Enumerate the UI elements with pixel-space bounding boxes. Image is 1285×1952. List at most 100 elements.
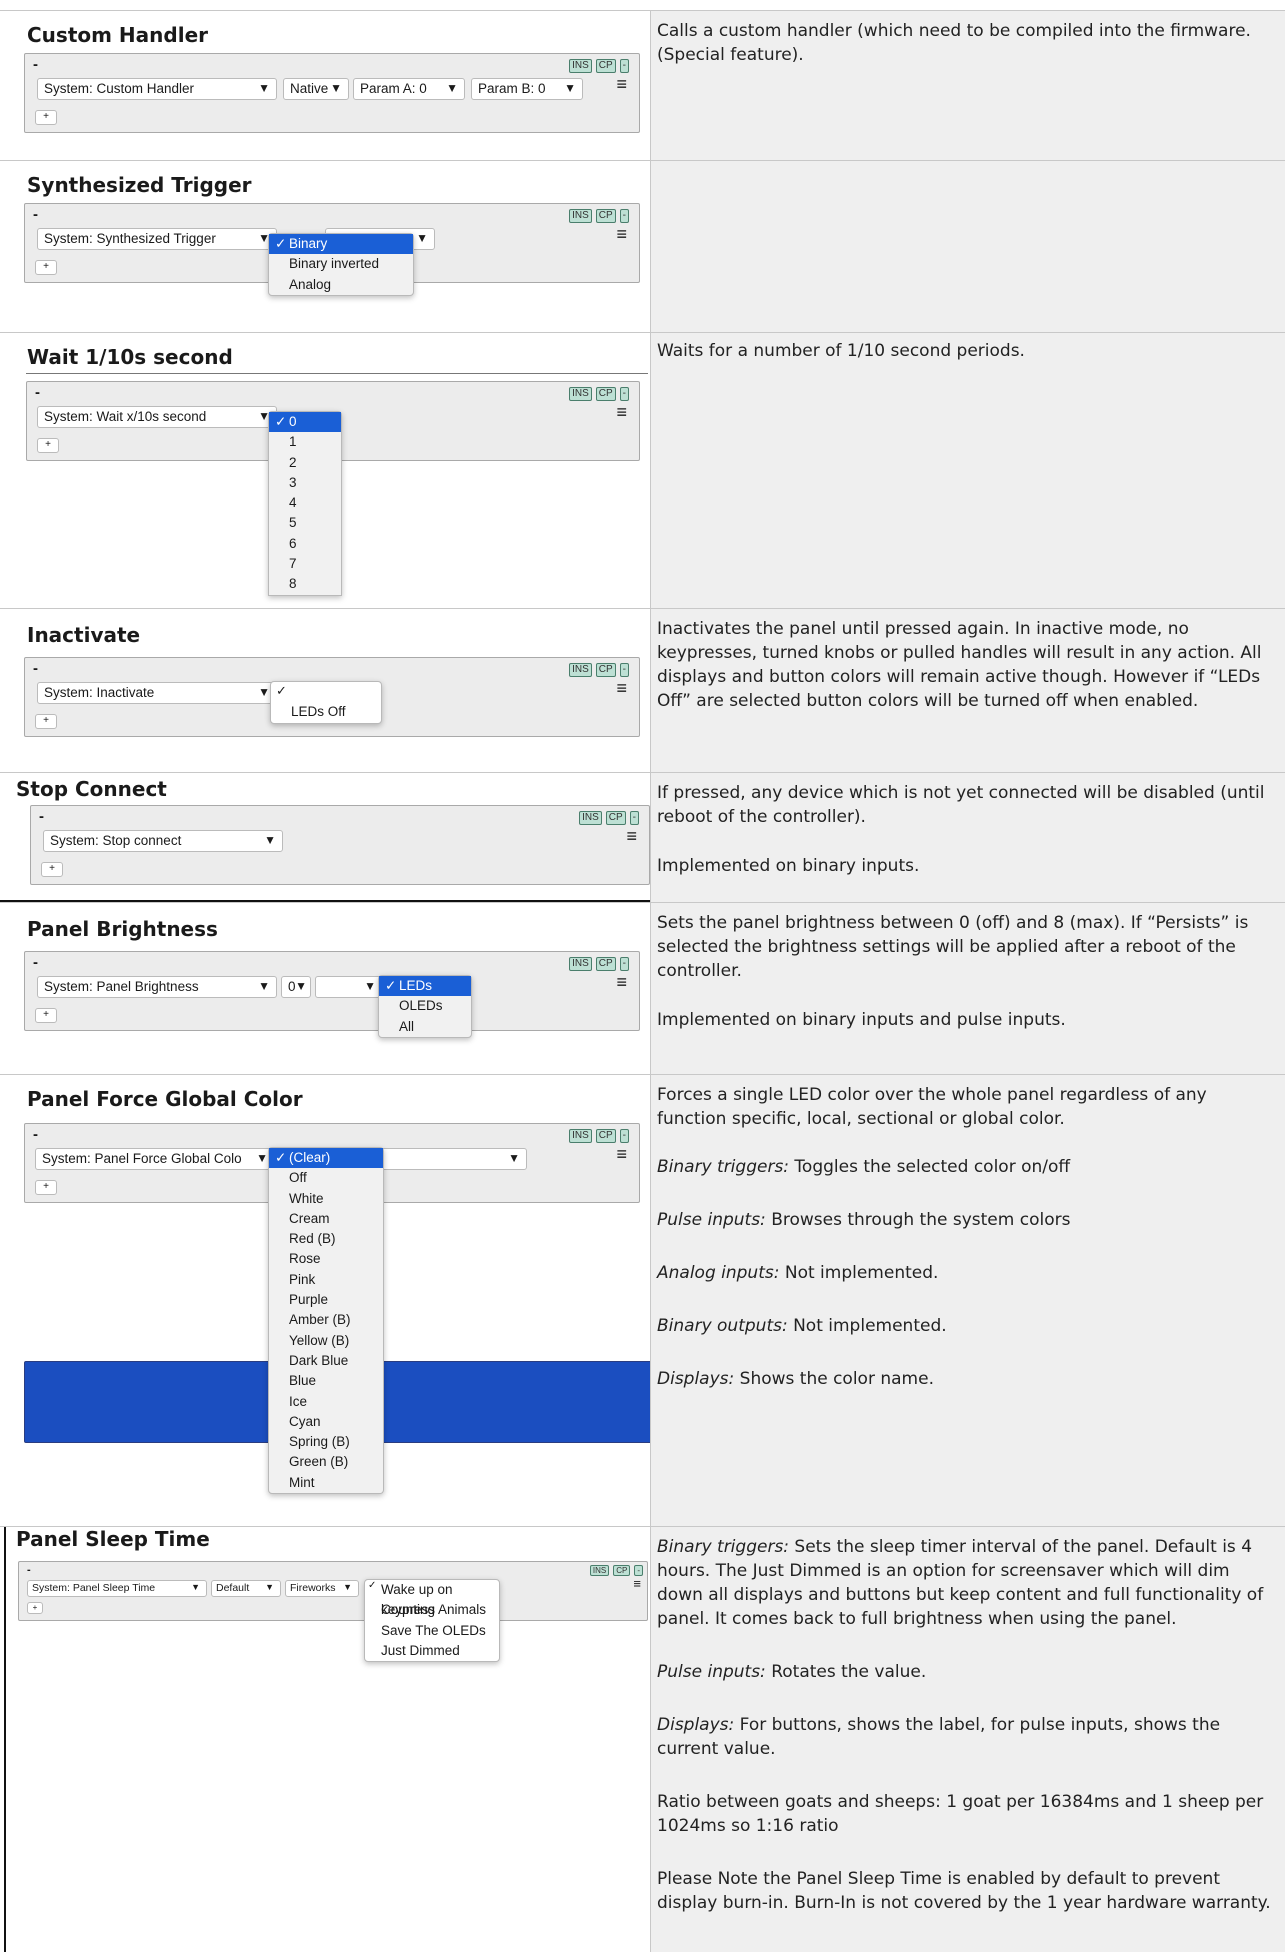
cp-button[interactable]: CP xyxy=(595,59,616,73)
dropdown-option[interactable]: 3 xyxy=(269,473,341,493)
remove-button[interactable]: - xyxy=(634,1565,643,1576)
dropdown-option[interactable]: Pink xyxy=(269,1270,383,1290)
system-select[interactable]: System: Panel Brightness ▼ xyxy=(37,976,277,998)
dropdown-option[interactable]: Purple xyxy=(269,1290,383,1310)
dropdown-option[interactable] xyxy=(271,682,381,702)
menu-icon[interactable]: ≡ xyxy=(616,1144,627,1165)
remove-button[interactable]: - xyxy=(619,1129,629,1143)
ins-button[interactable]: INS xyxy=(569,59,592,73)
target-select[interactable]: ▼ xyxy=(315,976,383,998)
dropdown-option[interactable]: 5 xyxy=(269,513,341,533)
cp-button[interactable]: CP xyxy=(613,1565,631,1576)
dropdown-option[interactable]: Rose xyxy=(269,1249,383,1269)
system-select[interactable]: System: Wait x/10s second ▼ xyxy=(37,406,277,428)
trigger-type-dropdown[interactable]: Binary Binary inverted Analog xyxy=(268,233,414,296)
ins-button[interactable]: INS xyxy=(569,957,592,971)
menu-icon[interactable]: ≡ xyxy=(616,678,627,699)
remove-button[interactable]: - xyxy=(619,59,629,73)
system-select[interactable]: System: Custom Handler ▼ xyxy=(37,78,277,100)
brightness-select[interactable]: 0 ▼ xyxy=(281,976,311,998)
menu-icon[interactable]: ≡ xyxy=(633,1576,641,1591)
cp-button[interactable]: CP xyxy=(605,811,626,825)
add-button[interactable]: + xyxy=(35,110,57,125)
menu-icon[interactable]: ≡ xyxy=(616,74,627,95)
system-select[interactable]: System: Stop connect ▼ xyxy=(43,830,283,852)
screensaver-select[interactable]: Fireworks ▼ xyxy=(285,1580,359,1597)
dropdown-option[interactable]: 2 xyxy=(269,453,341,473)
add-button[interactable]: + xyxy=(37,438,59,453)
target-dropdown[interactable]: LEDs OLEDs All xyxy=(378,975,472,1038)
remove-button[interactable]: - xyxy=(629,811,639,825)
dropdown-option[interactable]: OLEDs xyxy=(379,996,471,1016)
dropdown-option[interactable]: Cream xyxy=(269,1209,383,1229)
dropdown-option[interactable]: Counting Animals xyxy=(365,1600,499,1620)
cp-button[interactable]: CP xyxy=(595,957,616,971)
dropdown-option[interactable]: Off xyxy=(269,1168,383,1188)
dropdown-option[interactable]: 1 xyxy=(269,432,341,452)
remove-button[interactable]: - xyxy=(619,387,629,401)
cp-button[interactable]: CP xyxy=(595,387,616,401)
wait-value-dropdown[interactable]: 0 1 2 3 4 5 6 7 8 xyxy=(268,411,342,596)
dropdown-option[interactable]: 7 xyxy=(269,554,341,574)
dropdown-option[interactable]: Wake up on keypress xyxy=(365,1580,499,1617)
dropdown-option[interactable]: Green (B) xyxy=(269,1452,383,1472)
menu-icon[interactable]: ≡ xyxy=(616,402,627,423)
ins-button[interactable]: INS xyxy=(569,209,592,223)
system-select[interactable]: System: Inactivate ▼ xyxy=(37,682,277,704)
ins-button[interactable]: INS xyxy=(569,663,592,677)
dropdown-option[interactable]: Cyan xyxy=(269,1412,383,1432)
add-button[interactable]: + xyxy=(35,1008,57,1023)
add-button[interactable]: + xyxy=(27,1602,43,1614)
dropdown-option[interactable]: Binary xyxy=(269,234,413,255)
cp-button[interactable]: CP xyxy=(595,663,616,677)
ins-button[interactable]: INS xyxy=(579,811,602,825)
interval-select[interactable]: Default ▼ xyxy=(211,1580,281,1597)
add-button[interactable]: + xyxy=(35,714,57,729)
dropdown-option[interactable]: Binary inverted xyxy=(269,254,413,274)
dropdown-option[interactable]: LEDs Off xyxy=(271,702,381,722)
dropdown-option[interactable]: Blue xyxy=(269,1371,383,1391)
cp-button[interactable]: CP xyxy=(595,1129,616,1143)
remove-button[interactable]: - xyxy=(619,663,629,677)
color-dropdown[interactable]: (Clear) Off White Cream Red (B) Rose Pin… xyxy=(268,1147,384,1495)
param-b-select[interactable]: Param B: 0 ▼ xyxy=(471,78,583,100)
mode-select[interactable]: Native ▼ xyxy=(283,78,349,100)
dropdown-option[interactable]: Ice xyxy=(269,1392,383,1412)
dropdown-option[interactable]: Just Dimmed xyxy=(365,1641,499,1661)
action-panel: - INS CP - ≡ System: Panel Sleep Time ▼ D… xyxy=(18,1561,648,1621)
dropdown-option[interactable]: 0 xyxy=(269,412,341,433)
dropdown-option[interactable]: All xyxy=(379,1017,471,1037)
dropdown-option[interactable]: Yellow (B) xyxy=(269,1331,383,1351)
menu-icon[interactable]: ≡ xyxy=(616,224,627,245)
ins-button[interactable]: INS xyxy=(569,387,592,401)
ins-button[interactable]: INS xyxy=(569,1129,592,1143)
add-button[interactable]: + xyxy=(41,862,63,877)
dropdown-option[interactable]: Analog xyxy=(269,275,413,295)
menu-icon[interactable]: ≡ xyxy=(616,972,627,993)
add-button[interactable]: + xyxy=(35,260,57,275)
dropdown-option[interactable]: White xyxy=(269,1189,383,1209)
ins-button[interactable]: INS xyxy=(589,1565,610,1576)
system-select[interactable]: System: Panel Sleep Time ▼ xyxy=(27,1580,207,1597)
param-a-select[interactable]: Param A: 0 ▼ xyxy=(353,78,465,100)
wake-mode-dropdown[interactable]: Wake up on keypress Counting Animals Sav… xyxy=(364,1579,500,1663)
dropdown-option[interactable]: Dark Blue xyxy=(269,1351,383,1371)
dropdown-option[interactable]: 6 xyxy=(269,534,341,554)
dropdown-option[interactable]: (Clear) xyxy=(269,1148,383,1169)
dropdown-option[interactable]: Spring (B) xyxy=(269,1432,383,1452)
dropdown-option[interactable]: Save The OLEDs xyxy=(365,1621,499,1641)
cp-button[interactable]: CP xyxy=(595,209,616,223)
dropdown-option[interactable]: Mint xyxy=(269,1473,383,1493)
dropdown-option[interactable]: Amber (B) xyxy=(269,1310,383,1330)
system-select[interactable]: System: Synthesized Trigger ▼ xyxy=(37,228,277,250)
remove-button[interactable]: - xyxy=(619,209,629,223)
dropdown-option[interactable]: Red (B) xyxy=(269,1229,383,1249)
system-select[interactable]: System: Panel Force Global Colo ▼ xyxy=(35,1148,275,1170)
dropdown-option[interactable]: 8 xyxy=(269,574,341,594)
system-select-value: System: Panel Force Global Colo xyxy=(42,1151,242,1166)
dropdown-option[interactable]: LEDs xyxy=(379,976,471,997)
add-button[interactable]: + xyxy=(35,1180,57,1195)
menu-icon[interactable]: ≡ xyxy=(626,826,637,847)
dropdown-option[interactable]: 4 xyxy=(269,493,341,513)
remove-button[interactable]: - xyxy=(619,957,629,971)
